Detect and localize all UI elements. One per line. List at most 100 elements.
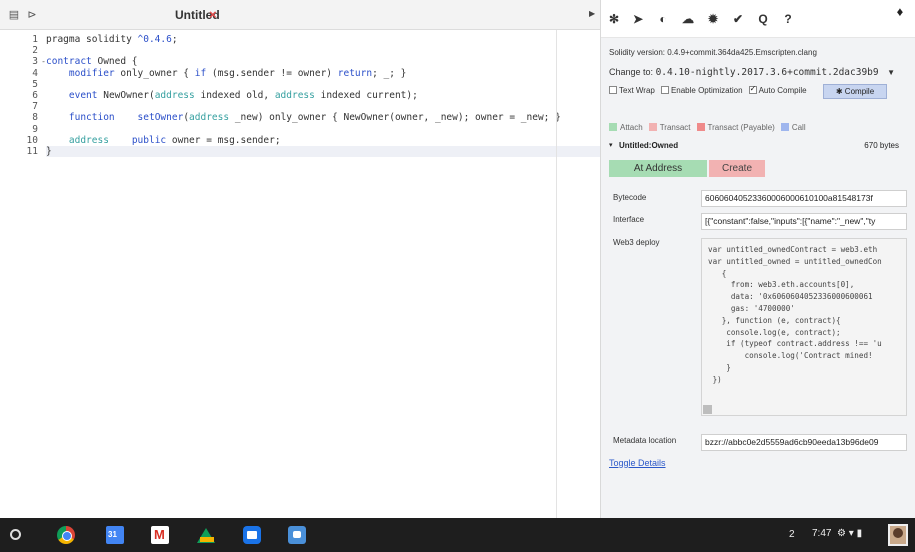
compiler-version-value[interactable]: 0.4.10-nightly.2017.3.6+commit.2dac39b9 [656,67,879,78]
web3-code-line: console.log(e, contract); [708,327,841,337]
line-number: 2 [32,45,38,57]
run-transaction-icon[interactable]: ➤ [631,12,645,26]
editor-tab-bar: ▤ ⊳ Untitled × ▶ [0,0,600,30]
auto-compile-checkbox[interactable] [748,84,757,95]
function-legend: Attach Transact Transact (Payable) Call [609,121,812,133]
legend-label: Transact [659,122,691,132]
code-line[interactable]: } [46,145,600,158]
web3-code-line: data: '0x6060604052336000600061 [708,292,873,302]
close-tab-icon[interactable]: × [209,7,217,22]
editor-divider [556,30,557,518]
settings-gear-icon[interactable]: ✻ [607,12,621,26]
wifi-icon: ▾ [848,528,854,539]
legend-swatch [780,123,789,132]
files-icon[interactable] [243,526,261,544]
text-wrap-checkbox[interactable] [609,86,617,95]
web3-code-line: console.log('Contract mined! [708,351,873,361]
line-number: 1 [32,34,38,45]
code-line[interactable] [46,45,600,56]
notification-count[interactable]: 2 [789,529,795,540]
line-number: 11 [26,145,38,157]
chrome-icon[interactable] [57,526,75,544]
code-line[interactable] [46,101,600,112]
panel-toolbar: ✻ ➤ ◐ ☁ ✹ ✔ Q ? ♦ [601,0,915,38]
tab-scroll-right-icon[interactable]: ▶ [589,9,595,18]
web3-code-line: from: web3.eth.accounts[0], [708,280,855,290]
compiler-version-select[interactable]: Change to: 0.4.10-nightly.2017.3.6+commi… [609,67,895,78]
calendar-icon[interactable] [106,526,124,544]
legend-label: Call [791,122,806,132]
code-line[interactable]: event NewOwner(address indexed old, addr… [46,90,600,101]
help-icon[interactable]: ? [781,12,795,26]
line-number: 4 [32,67,38,79]
checkmark-icon[interactable]: ✔ [731,12,745,26]
code-line[interactable]: function setOwner(address _new) only_own… [46,112,600,123]
open-folder-icon[interactable]: ⊳ [26,9,38,21]
gmail-icon[interactable] [151,526,169,544]
code-editor[interactable]: 1 2 3- 4 5 6 7 8 9 10 11 pragma solidity… [0,30,600,518]
cloud-upload-icon[interactable]: ☁ [681,12,695,26]
web3-code-line: { [708,268,727,278]
web3-deploy-label: Web3 deploy [613,238,660,247]
chevron-down-icon[interactable]: ▼ [887,68,895,77]
web3-code-line: }, function (e, contract){ [708,315,841,325]
bytecode-field[interactable]: 60606040523360006000610100a81548173f [701,190,907,207]
interface-field[interactable]: [{"constant":false,"inputs":[{"name":"_n… [701,213,907,230]
auto-compile-label: Auto Compile [758,85,807,95]
clock-time: 7:47 [812,528,832,539]
line-number: 10 [26,134,38,146]
toggle-details-link[interactable]: Toggle Details [609,458,666,468]
line-number: 5 [32,78,38,90]
enable-optimization-label: Enable Optimization [670,85,743,95]
code-line[interactable]: modifier only_owner { if (msg.sender != … [46,68,600,79]
web3-code-line: } [708,362,731,372]
legend-label: Attach [620,122,643,132]
avatar[interactable] [888,524,908,546]
system-tray[interactable]: 7:47 ⚙ ▾ ▮ [812,528,862,539]
web3-code-line: }) [708,374,722,384]
contract-name: Untitled:Owned [619,141,679,150]
web3-deploy-textarea[interactable]: var untitled_ownedContract = web3.eth var… [701,238,907,416]
metadata-location-field[interactable]: bzzr://abbc0e2d5559ad6cb90eeda13b96de09 [701,434,907,451]
create-button[interactable]: Create [709,160,765,177]
change-to-label: Change to: [609,67,654,77]
compile-button[interactable]: ✱ Compile [823,84,887,99]
collapse-caret-icon[interactable]: ▾ [609,141,613,149]
line-number: 3- [32,56,46,68]
analysis-icon[interactable]: ◐ [656,12,670,26]
line-number: 9 [32,123,38,135]
web3-code-line: if (typeof contract.address !== 'u [708,339,882,349]
web3-deploy-code: var untitled_ownedContract = web3.eth var… [708,244,882,386]
chat-icon[interactable] [288,526,306,544]
legend-label: Transact (Payable) [707,122,775,132]
code-line[interactable]: address public owner = msg.sender; [46,135,600,146]
web3-code-line: var untitled_ownedContract = web3.eth [708,245,878,254]
settings-icon: ⚙ [834,528,846,539]
code-content[interactable]: pragma solidity ^0.4.6; contract Owned {… [46,34,600,158]
debugger-bug-icon[interactable]: ✹ [706,12,720,26]
enable-optimization-checkbox[interactable] [660,86,669,95]
solidity-version-text: Solidity version: 0.4.9+commit.364da425.… [609,48,817,57]
os-taskbar: 2 7:47 ⚙ ▾ ▮ [0,518,915,552]
code-line[interactable]: pragma solidity ^0.4.6; [46,34,600,45]
search-icon[interactable]: Q [756,12,770,26]
line-number-gutter: 1 2 3- 4 5 6 7 8 9 10 11 [0,34,46,157]
drive-icon[interactable] [197,526,215,544]
launcher-icon[interactable] [10,529,21,540]
interface-label: Interface [613,215,645,224]
code-line[interactable] [46,124,600,135]
new-file-icon[interactable]: ▤ [8,9,20,21]
legend-swatch [648,123,657,132]
contract-size: 670 bytes [864,141,899,150]
web3-code-line: var untitled_owned = untitled_ownedCon [708,256,882,266]
gear-icon: ✱ [835,87,843,96]
code-line[interactable]: contract Owned { [46,56,600,67]
at-address-button[interactable]: At Address [609,160,707,177]
resize-handle-icon[interactable] [703,405,712,414]
web3-code-line: gas: '4700000' [708,303,795,313]
line-number: 7 [32,101,38,113]
bytecode-label: Bytecode [613,193,647,202]
text-wrap-label: Text Wrap [619,85,655,95]
code-line[interactable] [46,79,600,90]
legend-swatch [696,123,705,132]
